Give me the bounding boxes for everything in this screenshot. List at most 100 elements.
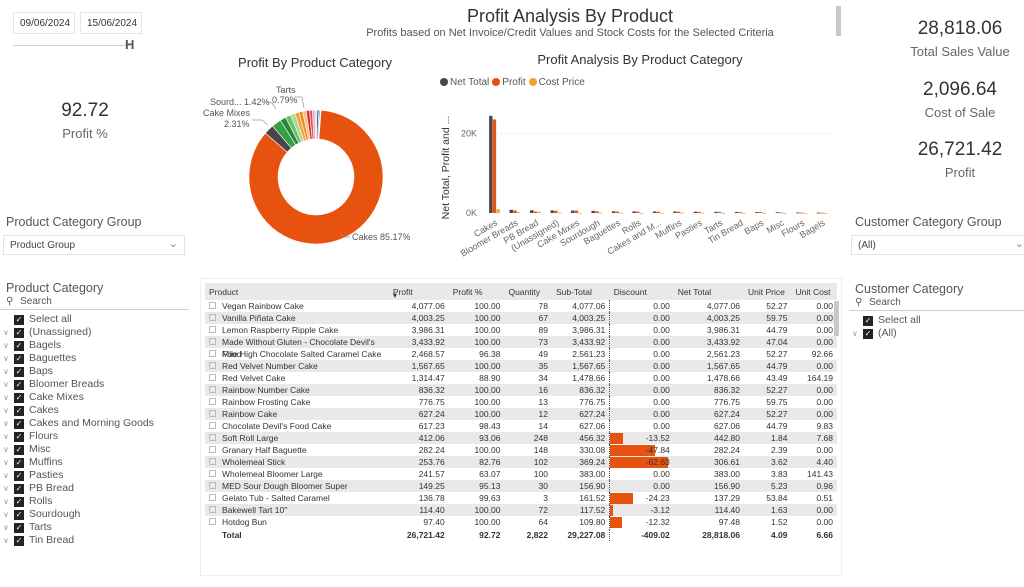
expand-chevron-icon[interactable]: ∨ xyxy=(0,365,14,378)
expand-row-icon[interactable] xyxy=(209,302,216,309)
bar-cost-price-sourdough[interactable] xyxy=(598,212,603,214)
bar-profit-cakes[interactable] xyxy=(492,119,497,213)
table-scrollbar[interactable] xyxy=(834,301,839,336)
bar-cost-price-tarts[interactable] xyxy=(721,212,726,214)
bar-profit-flours[interactable] xyxy=(799,212,804,214)
category-item[interactable]: ∨ ✓ Cakes and Morning Goods xyxy=(0,417,189,430)
bar-net-total-cake-mixes[interactable] xyxy=(570,210,575,213)
column-header-product[interactable]: Product xyxy=(205,283,389,300)
bar-cost-price-muffins[interactable] xyxy=(680,212,685,214)
category-item[interactable]: ∨ ✓ (All) xyxy=(849,327,1024,340)
bar-profit-pasties[interactable] xyxy=(697,211,701,213)
bar-profit-rolls[interactable] xyxy=(636,211,640,213)
table-row[interactable]: Hotdog Bun 97.40 100.00 64 109.80 -12.32 97.48… xyxy=(205,516,837,529)
bar-profit-muffins[interactable] xyxy=(677,211,681,213)
bar-net-total-muffins[interactable] xyxy=(673,211,677,213)
expand-row-icon[interactable] xyxy=(209,410,216,417)
profit-by-category-donut[interactable]: Cakes 85.17% Cake Mixes2.31% Sourd... 1.42… xyxy=(190,75,440,250)
table-row[interactable]: Granary Half Baguette 282.24 100.00 148 330.… xyxy=(205,444,837,456)
bar-cost-price-cake-mixes[interactable] xyxy=(578,212,582,214)
bar-cost-price-flours[interactable] xyxy=(803,212,807,214)
bar-cost-price-pb-bread[interactable] xyxy=(537,211,541,213)
bar-net-total-pasties[interactable] xyxy=(693,211,698,213)
category-item[interactable]: ∨ ✓ Muffins xyxy=(0,456,189,469)
bar-cost-price-misc[interactable] xyxy=(783,212,787,214)
bar-profit-tarts[interactable] xyxy=(717,211,722,213)
expand-row-icon[interactable] xyxy=(209,518,216,525)
checkbox-checked-icon[interactable]: ✓ xyxy=(14,444,24,455)
column-header-sub-total[interactable]: Sub-Total xyxy=(551,283,610,300)
checkbox-checked-icon[interactable]: ✓ xyxy=(14,405,24,416)
expand-chevron-icon[interactable]: ∨ xyxy=(0,391,14,404)
bar-net-total-bloomer-breads[interactable] xyxy=(509,209,513,213)
expand-row-icon[interactable] xyxy=(209,494,216,501)
expand-chevron-icon[interactable]: ∨ xyxy=(0,521,14,534)
bar-cost-price-bagels[interactable] xyxy=(823,212,828,214)
category-item[interactable]: ∨ ✓ Tin Bread xyxy=(0,534,189,547)
bar-cost-price-pasties[interactable] xyxy=(701,212,705,214)
expand-row-icon[interactable] xyxy=(209,434,216,441)
expand-chevron-icon[interactable]: ∨ xyxy=(0,339,14,352)
date-slider-track[interactable] xyxy=(13,45,131,46)
table-row[interactable]: MED Sour Dough Bloomer Super 149.25 95.13 3… xyxy=(205,480,837,492)
bar-net-total-pb-bread[interactable] xyxy=(530,210,534,213)
expand-chevron-icon[interactable]: ∨ xyxy=(0,430,14,443)
checkbox-checked-icon[interactable]: ✓ xyxy=(14,327,24,338)
table-row[interactable]: Vanilla Piñata Cake 4,003.25 100.00 67 4,003… xyxy=(205,312,837,324)
bar-cost-price-baps[interactable] xyxy=(762,212,766,214)
bar-net-total-sourdough[interactable] xyxy=(591,210,595,213)
category-item[interactable]: ∨ ✓ Bloomer Breads xyxy=(0,378,189,391)
expand-chevron-icon[interactable]: ∨ xyxy=(849,327,863,340)
category-item[interactable]: ∨ ✓ Misc xyxy=(0,443,189,456)
category-item[interactable]: ∨ ✓ Cakes xyxy=(0,404,189,417)
bar-profit-pb-bread[interactable] xyxy=(533,211,538,213)
checkbox-checked-icon[interactable]: ✓ xyxy=(14,496,24,507)
table-row[interactable]: Red Velvet Cake 1,314.47 88.90 34 1,478.66 0.… xyxy=(205,372,837,384)
checkbox-checked-icon[interactable]: ✓ xyxy=(14,483,24,494)
checkbox-checked-icon[interactable]: ✓ xyxy=(14,509,24,520)
date-slider-handle[interactable]: H xyxy=(125,37,134,52)
table-row[interactable]: Rainbow Frosting Cake 776.75 100.00 13 776.7… xyxy=(205,396,837,408)
checkbox-checked-icon[interactable]: ✓ xyxy=(14,418,24,429)
expand-row-icon[interactable] xyxy=(209,422,216,429)
bar-cost-price-rolls[interactable] xyxy=(639,212,644,214)
select-all-checkbox[interactable]: ✓ Select all xyxy=(0,313,189,326)
page-scrollbar[interactable] xyxy=(836,6,841,36)
category-item[interactable]: ∨ ✓ Sourdough xyxy=(0,508,189,521)
column-header-profit-[interactable]: Profit % xyxy=(448,283,505,300)
table-row[interactable]: Soft Roll Large 412.06 93.06 248 456.32 -13.5… xyxy=(205,432,837,444)
column-header-unit-price[interactable]: Unit Price xyxy=(744,283,792,300)
bar-profit-bagels[interactable] xyxy=(820,212,824,214)
checkbox-checked-icon[interactable]: ✓ xyxy=(14,431,24,442)
table-row[interactable]: Vegan Rainbow Cake 4,077.06 100.00 78 4,077.… xyxy=(205,300,837,312)
bar-profit-cake-mixes[interactable] xyxy=(574,210,579,213)
category-item[interactable]: ∨ ✓ Baps xyxy=(0,365,189,378)
category-item[interactable]: ∨ ✓ Cake Mixes xyxy=(0,391,189,404)
bar-profit-misc[interactable] xyxy=(779,212,783,214)
bar-net-total-cakes[interactable] xyxy=(489,115,493,213)
column-header-net-total[interactable]: Net Total xyxy=(673,283,745,300)
expand-row-icon[interactable] xyxy=(209,386,216,393)
table-row[interactable]: Bakewell Tart 10" 114.40 100.00 72 117.52 -3.… xyxy=(205,504,837,516)
expand-chevron-icon[interactable]: ∨ xyxy=(0,482,14,495)
expand-row-icon[interactable] xyxy=(209,398,216,405)
bar-net-total-flours[interactable] xyxy=(796,212,800,214)
expand-chevron-icon[interactable]: ∨ xyxy=(0,456,14,469)
expand-chevron-icon[interactable]: ∨ xyxy=(0,352,14,365)
expand-chevron-icon[interactable]: ∨ xyxy=(0,443,14,456)
checkbox-checked-icon[interactable]: ✓ xyxy=(14,470,24,481)
bar-profit--unassigned-[interactable] xyxy=(554,210,558,213)
category-item[interactable]: ∨ ✓ PB Bread xyxy=(0,482,189,495)
bar-cost-price--unassigned-[interactable] xyxy=(557,212,562,214)
category-item[interactable]: ∨ ✓ Pasties xyxy=(0,469,189,482)
table-row[interactable]: Rainbow Cake 627.24 100.00 12 627.24 0.00 627.… xyxy=(205,408,837,420)
checkbox-checked-icon[interactable]: ✓ xyxy=(14,392,24,403)
bar-net-total-cakes-and-m-[interactable] xyxy=(652,211,657,213)
bar-net-total-baguettes[interactable] xyxy=(611,211,616,213)
checkbox-checked-icon[interactable]: ✓ xyxy=(14,366,24,377)
expand-row-icon[interactable] xyxy=(209,362,216,369)
bar-net-total-baps[interactable] xyxy=(755,212,759,213)
bar-net-total-rolls[interactable] xyxy=(632,211,636,213)
product-category-group-dropdown[interactable]: Product Group ⌄ xyxy=(3,235,185,255)
expand-row-icon[interactable] xyxy=(209,470,216,477)
